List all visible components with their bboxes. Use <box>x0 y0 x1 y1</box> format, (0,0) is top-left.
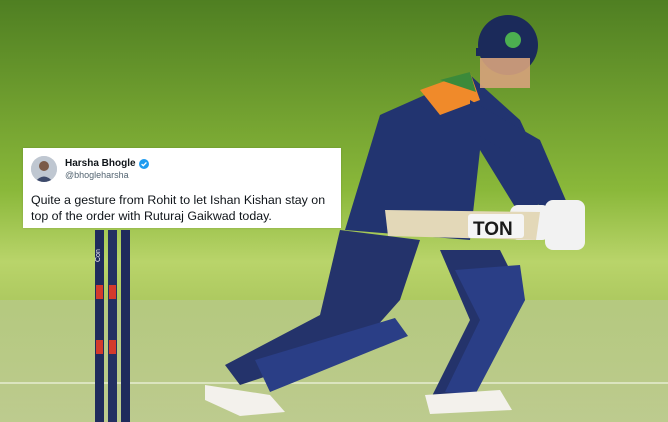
stumps: Con <box>95 230 130 422</box>
batting-glove-2 <box>545 200 585 250</box>
stump-brand-label: Con <box>95 249 102 262</box>
bat-logo: TON <box>473 219 513 240</box>
tweet-header: Harsha Bhogle @bhogleharsha <box>31 154 333 184</box>
face <box>480 58 530 88</box>
tweet-text: Quite a gesture from Rohit to let Ishan … <box>31 193 326 223</box>
user-handle[interactable]: @bhogleharsha <box>65 170 149 180</box>
helmet-badge <box>505 32 521 48</box>
display-name[interactable]: Harsha Bhogle <box>65 158 136 170</box>
verified-badge-icon <box>138 158 149 169</box>
tweet-card[interactable]: Harsha Bhogle @bhogleharsha Quite a gest… <box>23 148 341 228</box>
avatar[interactable] <box>31 156 57 182</box>
